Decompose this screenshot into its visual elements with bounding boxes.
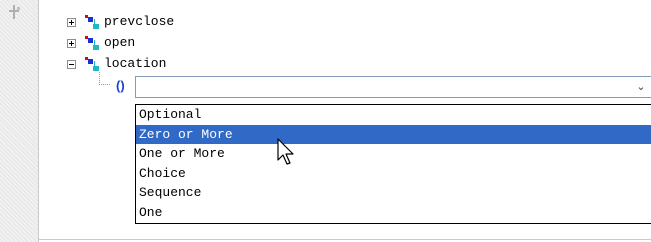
- compositor-dropdown-list[interactable]: Optional Zero or More One or More Choice…: [135, 104, 651, 224]
- compositor-combo[interactable]: ⌄: [135, 76, 651, 98]
- node-label: open: [104, 35, 136, 50]
- option-one[interactable]: One: [136, 203, 651, 223]
- expand-icon[interactable]: [67, 17, 76, 27]
- node-label: prevclose: [104, 14, 175, 29]
- element-icon: [85, 36, 99, 50]
- mouse-pointer-icon: [277, 138, 294, 165]
- tree-connector: [99, 84, 111, 85]
- left-gutter: [0, 0, 39, 242]
- node-label: location: [104, 56, 167, 71]
- tree-node-location[interactable]: location: [67, 56, 166, 72]
- element-icon: [85, 57, 99, 71]
- option-sequence[interactable]: Sequence: [136, 183, 651, 203]
- tree-node-prevclose[interactable]: prevclose: [67, 14, 174, 30]
- option-zero-or-more[interactable]: Zero or More: [136, 124, 651, 145]
- collapse-icon[interactable]: [67, 59, 76, 69]
- expand-icon[interactable]: [67, 38, 76, 48]
- option-choice[interactable]: Choice: [136, 164, 651, 184]
- compositor-symbol[interactable]: (): [116, 78, 125, 94]
- chevron-down-icon[interactable]: ⌄: [633, 79, 649, 95]
- bottom-divider: [38, 239, 651, 240]
- pin-icon: [9, 5, 20, 19]
- option-optional[interactable]: Optional: [136, 105, 651, 125]
- element-icon: [85, 15, 99, 29]
- option-one-or-more[interactable]: One or More: [136, 144, 651, 164]
- tree-node-open[interactable]: open: [67, 35, 135, 51]
- tree-connector: [99, 72, 100, 84]
